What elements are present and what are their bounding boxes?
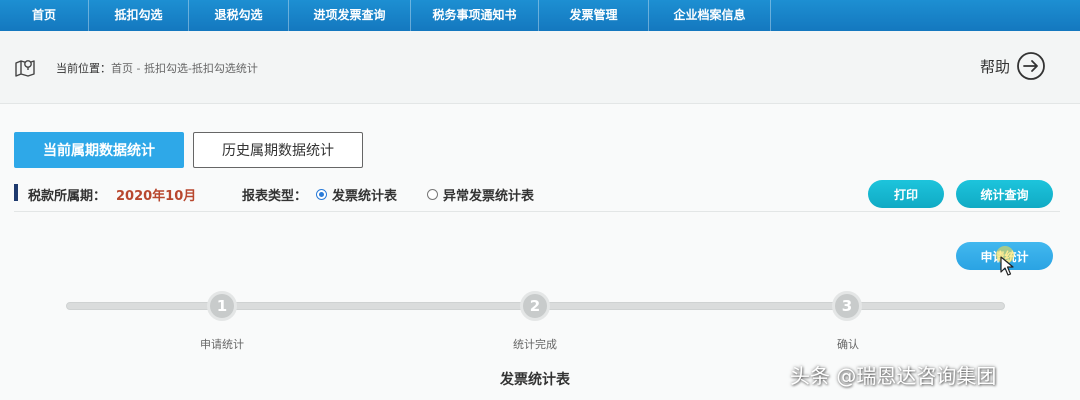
radio-invoice-stats-label: 发票统计表 xyxy=(332,189,398,204)
breadcrumb-bar: 当前位置：首页 - 抵扣勾选-抵扣勾选统计 帮助 xyxy=(0,31,1080,104)
step-1-label: 申请统计 xyxy=(200,338,244,351)
nav-item-deduction-select[interactable]: 抵扣勾选 xyxy=(89,0,189,31)
watermark: 头条 @瑞恩达咨询集团 xyxy=(790,364,997,388)
nav-item-company-profile[interactable]: 企业档案信息 xyxy=(649,0,771,31)
nav-item-invoice-management[interactable]: 发票管理 xyxy=(539,0,649,31)
report-type-label: 报表类型： xyxy=(242,189,308,204)
breadcrumb-path[interactable]: 首页 - 抵扣勾选-抵扣勾选统计 xyxy=(111,62,258,75)
step-1-circle: 1 xyxy=(207,291,237,321)
radio-unselected-icon[interactable] xyxy=(427,189,438,200)
step-2-label: 统计完成 xyxy=(513,338,557,351)
table-title: 发票统计表 xyxy=(500,372,570,388)
radio-selected-icon[interactable] xyxy=(316,189,327,200)
step-3-circle: 3 xyxy=(832,291,862,321)
step-2-circle: 2 xyxy=(520,291,550,321)
breadcrumb: 当前位置：首页 - 抵扣勾选-抵扣勾选统计 xyxy=(56,60,258,76)
nav-item-input-invoice-query[interactable]: 进项发票查询 xyxy=(289,0,411,31)
main-content: 当前属期数据统计 历史属期数据统计 税款所属期： 2020年10月 报表类型： … xyxy=(0,104,1080,400)
section-accent-bar xyxy=(14,184,18,201)
radio-invoice-stats[interactable]: 发票统计表 xyxy=(316,185,397,204)
tab-current-period-stats[interactable]: 当前属期数据统计 xyxy=(14,132,184,168)
stats-query-button[interactable]: 统计查询 xyxy=(956,180,1053,208)
mouse-pointer-icon xyxy=(1000,256,1014,276)
tab-history-period-stats[interactable]: 历史属期数据统计 xyxy=(193,132,363,168)
radio-abnormal-invoice-stats-label: 异常发票统计表 xyxy=(443,189,535,204)
print-button[interactable]: 打印 xyxy=(868,180,944,208)
location-map-icon xyxy=(15,60,35,77)
tax-period-label: 税款所属期： xyxy=(28,189,107,204)
nav-item-tax-notice[interactable]: 税务事项通知书 xyxy=(411,0,539,31)
radio-abnormal-invoice-stats[interactable]: 异常发票统计表 xyxy=(427,185,534,204)
help-button[interactable]: 帮助 xyxy=(980,51,1046,81)
nav-item-refund-select[interactable]: 退税勾选 xyxy=(189,0,289,31)
top-nav: 首页 抵扣勾选 退税勾选 进项发票查询 税务事项通知书 发票管理 企业档案信息 xyxy=(0,0,1080,31)
nav-item-home[interactable]: 首页 xyxy=(0,0,89,31)
help-label: 帮助 xyxy=(980,57,1011,76)
arrow-right-circle-icon xyxy=(1017,52,1045,80)
breadcrumb-prefix: 当前位置： xyxy=(56,62,111,75)
step-3-label: 确认 xyxy=(837,338,859,351)
tax-period-value: 2020年10月 xyxy=(116,189,197,204)
